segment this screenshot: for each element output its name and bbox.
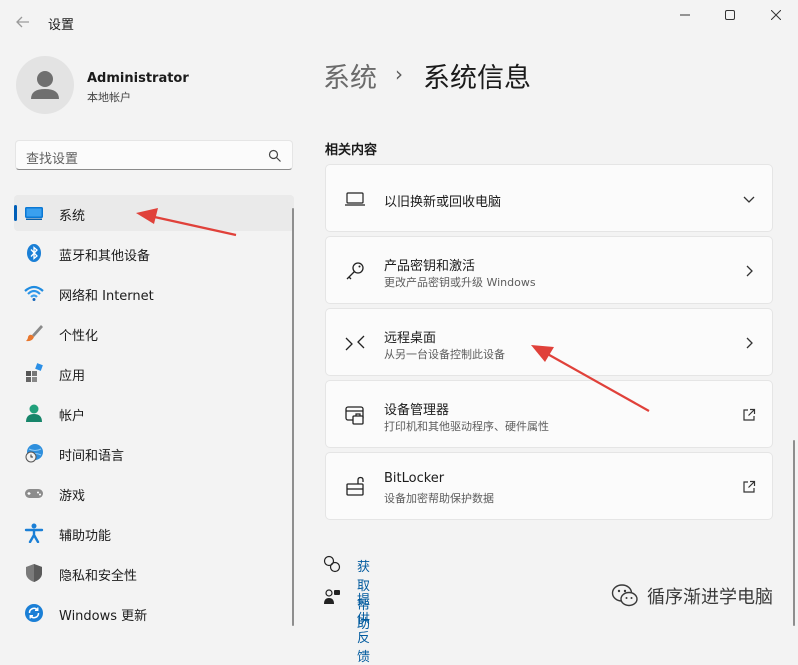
back-button[interactable] <box>10 10 36 34</box>
card-remote-desktop[interactable]: 远程桌面 从另一台设备控制此设备 <box>325 308 773 376</box>
sidebar-item-personalization[interactable]: 个性化 <box>14 315 294 351</box>
system-icon <box>25 207 43 220</box>
sidebar-item-label: 个性化 <box>59 329 99 344</box>
page-title: 系统信息 <box>423 63 531 94</box>
back-arrow-icon <box>16 16 29 28</box>
watermark: 循序渐进学电脑 <box>611 583 773 609</box>
card-title: 远程桌面 <box>384 331 437 346</box>
minimize-icon <box>680 14 690 16</box>
sidebar-item-label: Windows 更新 <box>59 609 148 624</box>
sidebar-item-gaming[interactable]: 游戏 <box>14 475 294 511</box>
user-icon <box>31 71 59 99</box>
help-chat-icon <box>323 555 341 573</box>
device-manager-icon <box>345 406 364 425</box>
sidebar-item-label: 系统 <box>59 209 86 224</box>
active-indicator <box>14 205 17 221</box>
breadcrumb-separator: › <box>395 62 403 86</box>
card-product-key[interactable]: 产品密钥和激活 更改产品密钥或升级 Windows <box>325 236 773 304</box>
account-type: 本地帐户 <box>87 91 131 104</box>
card-subtitle: 设备加密帮助保护数据 <box>384 492 494 505</box>
chevron-right-icon[interactable] <box>742 336 756 350</box>
sidebar-item-accessibility[interactable]: 辅助功能 <box>14 515 294 551</box>
card-title: BitLocker <box>384 471 445 486</box>
close-button[interactable] <box>761 6 791 24</box>
card-subtitle: 打印机和其他驱动程序、硬件属性 <box>384 420 549 433</box>
feedback-label: 提供反馈 <box>357 593 371 665</box>
close-icon <box>771 10 781 20</box>
avatar[interactable] <box>16 56 74 114</box>
maximize-icon <box>725 10 735 20</box>
globe-clock-icon <box>25 444 43 463</box>
bluetooth-icon <box>27 244 41 262</box>
card-bitlocker[interactable]: BitLocker 设备加密帮助保护数据 <box>325 452 773 520</box>
sidebar-item-label: 时间和语言 <box>59 449 125 464</box>
watermark-text: 循序渐进学电脑 <box>647 587 773 608</box>
feedback-icon <box>324 589 340 604</box>
shield-icon <box>26 564 42 582</box>
search-input[interactable]: 查找设置 <box>15 140 293 170</box>
sidebar-item-windows-update[interactable]: Windows 更新 <box>14 595 294 631</box>
sidebar-item-privacy[interactable]: 隐私和安全性 <box>14 555 294 591</box>
search-placeholder: 查找设置 <box>26 152 79 167</box>
minimize-button[interactable] <box>670 6 700 24</box>
card-subtitle: 更改产品密钥或升级 Windows <box>384 276 536 289</box>
title-bar: 设置 <box>0 0 798 44</box>
external-link-icon[interactable] <box>742 408 756 422</box>
card-device-manager[interactable]: 设备管理器 打印机和其他驱动程序、硬件属性 <box>325 380 773 448</box>
card-title: 设备管理器 <box>384 403 450 418</box>
breadcrumb-parent[interactable]: 系统 <box>323 63 377 94</box>
external-link-icon[interactable] <box>742 480 756 494</box>
account-icon <box>26 404 42 422</box>
sidebar-scrollbar[interactable] <box>292 208 294 626</box>
key-icon <box>346 262 364 280</box>
main-scrollbar[interactable] <box>793 440 795 626</box>
sidebar-item-label: 游戏 <box>59 489 86 504</box>
card-title: 以旧换新或回收电脑 <box>384 195 502 210</box>
sidebar-item-label: 隐私和安全性 <box>59 569 138 584</box>
chevron-down-icon[interactable] <box>742 192 756 206</box>
card-trade-in-recycle[interactable]: 以旧换新或回收电脑 <box>325 164 773 232</box>
sidebar-item-network[interactable]: 网络和 Internet <box>14 275 294 311</box>
card-title: 产品密钥和激活 <box>384 259 476 274</box>
sidebar-item-label: 网络和 Internet <box>59 289 154 304</box>
sidebar-item-label: 蓝牙和其他设备 <box>59 249 151 264</box>
update-icon <box>25 604 43 622</box>
sidebar-item-label: 应用 <box>59 369 86 384</box>
remote-desktop-icon <box>345 335 365 351</box>
profile-name: Administrator <box>87 71 189 86</box>
gamepad-icon <box>25 489 43 498</box>
maximize-button[interactable] <box>715 6 745 24</box>
sidebar-item-apps[interactable]: 应用 <box>14 355 294 391</box>
sidebar-item-system[interactable]: 系统 <box>14 195 294 231</box>
sidebar-item-bluetooth[interactable]: 蓝牙和其他设备 <box>14 235 294 271</box>
sidebar-item-time-language[interactable]: 时间和语言 <box>14 435 294 471</box>
chevron-right-icon[interactable] <box>742 264 756 278</box>
wifi-icon <box>24 285 44 301</box>
breadcrumb: 系统 › 系统信息 <box>323 56 531 95</box>
brush-icon <box>26 325 43 342</box>
laptop-icon <box>345 192 365 206</box>
card-subtitle: 从另一台设备控制此设备 <box>384 348 505 361</box>
sidebar-item-label: 辅助功能 <box>59 529 112 544</box>
wechat-logo-icon <box>611 584 638 607</box>
accessibility-icon <box>24 523 44 543</box>
sidebar-item-label: 帐户 <box>59 409 86 424</box>
section-title: 相关内容 <box>325 143 378 158</box>
app-title: 设置 <box>48 18 75 33</box>
sidebar-item-accounts[interactable]: 帐户 <box>14 395 294 431</box>
lock-icon <box>346 476 364 496</box>
search-icon <box>268 149 281 162</box>
apps-icon <box>26 363 43 382</box>
